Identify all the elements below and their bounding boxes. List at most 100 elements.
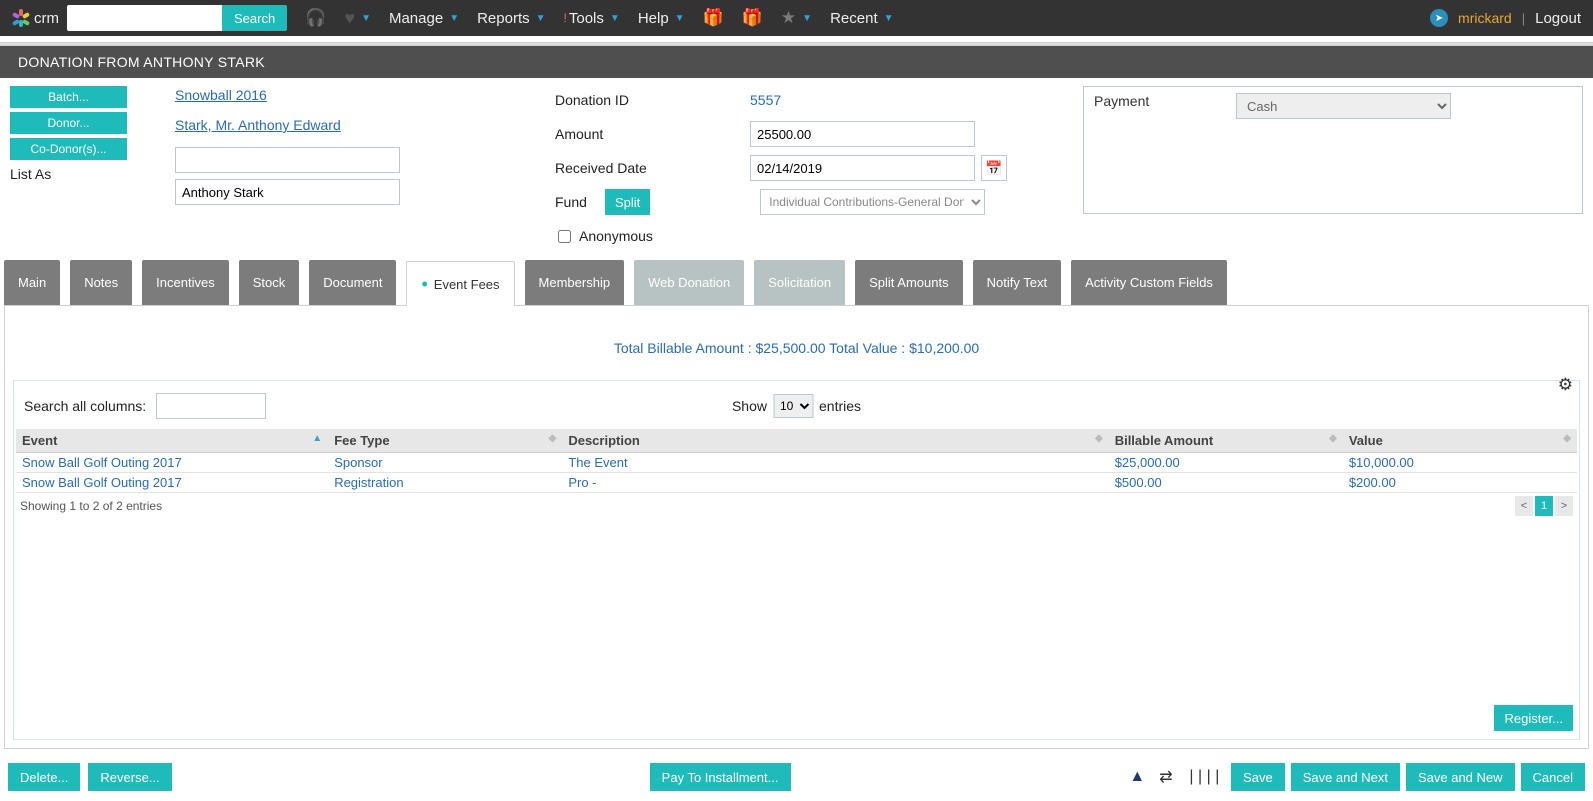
logout-link[interactable]: Logout: [1535, 10, 1581, 27]
batch-link[interactable]: Snowball 2016: [175, 87, 267, 103]
gift-icon[interactable]: 🎁: [699, 8, 728, 28]
left-buttons-col: Batch... Donor... Co-Donor(s)... List As: [10, 86, 165, 256]
listas-label: List As: [10, 166, 165, 182]
chevron-down-icon: ▼: [610, 13, 620, 24]
event-link[interactable]: Snow Ball Golf Outing 2017: [22, 455, 182, 470]
donor-col: Snowball 2016 Stark, Mr. Anthony Edward: [175, 86, 545, 256]
username[interactable]: mrickard: [1458, 10, 1512, 26]
codonors-button[interactable]: Co-Donor(s)...: [10, 138, 127, 160]
tab-incentives[interactable]: Incentives: [142, 260, 229, 305]
tab-document[interactable]: Document: [309, 260, 396, 305]
listas-input[interactable]: [175, 179, 400, 205]
col-event[interactable]: Event▲: [16, 429, 328, 453]
pagesize-select[interactable]: 10: [773, 394, 813, 418]
chevron-down-icon: ▼: [449, 13, 459, 24]
page-title: DONATION FROM ANTHONY STARK: [0, 46, 1593, 78]
donor-button[interactable]: Donor...: [10, 112, 127, 134]
tab-eventfees[interactable]: •Event Fees: [406, 261, 514, 306]
alert-dot-icon: !: [564, 11, 567, 25]
delete-button[interactable]: Delete...: [8, 763, 80, 791]
headphones-icon[interactable]: 🎧: [301, 8, 330, 28]
cell-desc: Pro -: [562, 473, 1108, 493]
calendar-button[interactable]: 📅: [981, 155, 1007, 181]
codonor-input[interactable]: [175, 147, 400, 173]
table-row[interactable]: Snow Ball Golf Outing 2017 Registration …: [16, 473, 1577, 493]
received-date-input[interactable]: [750, 155, 975, 181]
active-dot-icon: •: [421, 279, 427, 289]
col-billable[interactable]: Billable Amount◆: [1109, 429, 1343, 453]
save-new-button[interactable]: Save and New: [1406, 763, 1515, 791]
anonymous-label: Anonymous: [579, 228, 653, 244]
pager-next[interactable]: >: [1555, 496, 1573, 516]
dt-toolbar: Search all columns: Show 10 entries: [16, 383, 1577, 429]
triangle-up-icon[interactable]: ▲: [1125, 768, 1149, 786]
nav-manage[interactable]: Manage▼: [385, 10, 463, 27]
cell-value: $200.00: [1343, 473, 1577, 493]
cycle-icon[interactable]: ⇄: [1155, 767, 1176, 787]
chevron-down-icon: ▼: [884, 13, 894, 24]
amount-input[interactable]: [750, 121, 975, 147]
pager-page-1[interactable]: 1: [1535, 496, 1553, 516]
payment-select[interactable]: Cash: [1236, 93, 1451, 119]
brand-swirl-icon: [12, 9, 30, 27]
tab-stock[interactable]: Stock: [239, 260, 300, 305]
cell-billable: $25,000.00: [1109, 453, 1343, 473]
col-feetype[interactable]: Fee Type◆: [328, 429, 562, 453]
gift-multi-icon[interactable]: 🎁: [738, 8, 767, 28]
anonymous-checkbox[interactable]: [558, 230, 571, 243]
sort-icon: ◆: [1563, 433, 1571, 444]
tab-activitycf[interactable]: Activity Custom Fields: [1071, 260, 1227, 305]
tab-splitamounts[interactable]: Split Amounts: [855, 260, 963, 305]
chevron-down-icon: ▼: [802, 13, 812, 24]
nav-help[interactable]: Help▼: [634, 10, 689, 27]
calendar-icon: 📅: [985, 160, 1002, 177]
save-next-button[interactable]: Save and Next: [1291, 763, 1400, 791]
cell-feetype: Registration: [328, 473, 562, 493]
cell-desc: The Event: [562, 453, 1108, 473]
brand: crm: [12, 9, 59, 27]
nav-tools[interactable]: !Tools▼: [560, 10, 624, 27]
star-icon[interactable]: ★▼: [777, 8, 816, 28]
sort-icon: ◆: [1329, 433, 1337, 444]
table-row[interactable]: Snow Ball Golf Outing 2017 Sponsor The E…: [16, 453, 1577, 473]
search-all-input[interactable]: [156, 393, 266, 419]
cell-value: $10,000.00: [1343, 453, 1577, 473]
col-value[interactable]: Value◆: [1343, 429, 1577, 453]
gear-icon[interactable]: ⚙: [1558, 375, 1573, 395]
tab-notes[interactable]: Notes: [70, 260, 132, 305]
footer: Delete... Reverse... Pay To Installment.…: [0, 757, 1593, 801]
search-input[interactable]: [67, 5, 222, 31]
payment-label: Payment: [1094, 93, 1224, 207]
nav-items: 🎧 ♥▼ Manage▼ Reports▼ !Tools▼ Help▼ 🎁 🎁 …: [301, 8, 897, 29]
nav-recent[interactable]: Recent▼: [826, 10, 897, 27]
save-button[interactable]: Save: [1231, 763, 1285, 791]
sort-asc-icon: ▲: [312, 433, 322, 444]
donation-id-value[interactable]: 5557: [750, 92, 781, 108]
split-button[interactable]: Split: [605, 189, 650, 215]
col-desc[interactable]: Description◆: [562, 429, 1108, 453]
barcode-icon[interactable]: ||||: [1183, 768, 1225, 786]
donor-link[interactable]: Stark, Mr. Anthony Edward: [175, 117, 341, 133]
fund-select[interactable]: Individual Contributions-General Don: [760, 189, 985, 215]
showing-line: Showing 1 to 2 of 2 entries: [16, 493, 166, 519]
form-area: Batch... Donor... Co-Donor(s)... List As…: [0, 78, 1593, 260]
tab-membership[interactable]: Membership: [525, 260, 625, 305]
nav-reports[interactable]: Reports▼: [473, 10, 549, 27]
user-badge-icon[interactable]: ➤: [1430, 9, 1448, 27]
entries-label: entries: [819, 398, 861, 414]
register-button[interactable]: Register...: [1494, 705, 1573, 731]
cancel-button[interactable]: Cancel: [1521, 763, 1585, 791]
fund-label: Fund: [555, 194, 750, 210]
reverse-button[interactable]: Reverse...: [88, 763, 171, 791]
tab-main[interactable]: Main: [4, 260, 60, 305]
batch-button[interactable]: Batch...: [10, 86, 127, 108]
event-link[interactable]: Snow Ball Golf Outing 2017: [22, 475, 182, 490]
payment-box: Payment Cash: [1083, 86, 1583, 214]
tab-notifytext[interactable]: Notify Text: [973, 260, 1061, 305]
pager: < 1 >: [1515, 496, 1573, 516]
heart-icon[interactable]: ♥▼: [340, 8, 375, 29]
summary-line: Total Billable Amount : $25,500.00 Total…: [13, 340, 1580, 356]
pager-prev[interactable]: <: [1515, 496, 1533, 516]
search-button[interactable]: Search: [222, 5, 287, 31]
paytoinstall-button[interactable]: Pay To Installment...: [650, 763, 791, 791]
